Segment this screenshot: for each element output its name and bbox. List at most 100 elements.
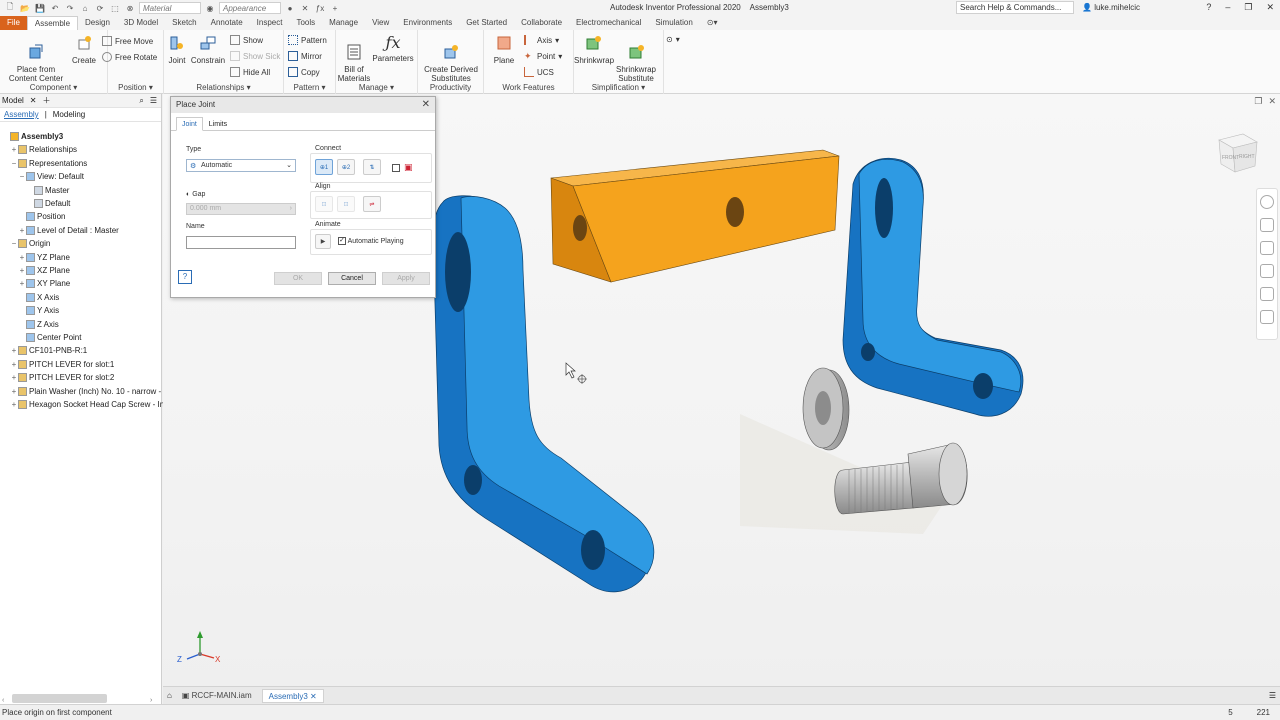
- tree-expand-icon[interactable]: +: [18, 279, 26, 288]
- tree-expand-icon[interactable]: +: [10, 360, 18, 369]
- browser-tree-item[interactable]: Master: [0, 184, 69, 197]
- browser-tab-assembly[interactable]: Assembly: [4, 110, 39, 119]
- tab-design[interactable]: Design: [78, 16, 117, 30]
- ribbon-options-icon[interactable]: ⊙▾: [700, 16, 725, 30]
- viewcube[interactable]: FRONT RIGHT: [1213, 130, 1261, 176]
- doc-tab-close-icon[interactable]: ✕: [310, 692, 317, 701]
- joint-button[interactable]: Joint: [166, 34, 188, 65]
- browser-tree-item[interactable]: Assembly3: [0, 130, 63, 143]
- browser-tree-item[interactable]: + Level of Detail : Master: [0, 224, 119, 237]
- tab-file[interactable]: File: [0, 16, 27, 30]
- tree-expand-icon[interactable]: +: [10, 400, 18, 409]
- orbit-icon[interactable]: [1260, 264, 1274, 278]
- help-icon[interactable]: ?: [1206, 2, 1211, 13]
- copy-button[interactable]: Copy: [288, 67, 320, 77]
- constrain-button[interactable]: Constrain: [190, 34, 226, 65]
- tree-expand-icon[interactable]: +: [10, 346, 18, 355]
- material-combo[interactable]: Material: [139, 2, 201, 14]
- tab-joint[interactable]: Joint: [176, 117, 203, 131]
- ucs-button[interactable]: UCS: [524, 67, 554, 77]
- browser-search-icon[interactable]: ⌕: [139, 96, 143, 106]
- tab-get-started[interactable]: Get Started: [459, 16, 514, 30]
- tree-expand-icon[interactable]: +: [10, 145, 18, 154]
- select-origin-1-button[interactable]: ⊕1: [315, 159, 333, 175]
- customize-icon[interactable]: +: [329, 3, 341, 14]
- view-face-icon[interactable]: [1260, 310, 1274, 324]
- tab-inspect[interactable]: Inspect: [250, 16, 290, 30]
- undo-icon[interactable]: ↶: [49, 3, 61, 14]
- scroll-left-icon[interactable]: ‹: [2, 697, 4, 704]
- browser-tree-item[interactable]: + XY Plane: [0, 277, 70, 290]
- browser-tree-item[interactable]: + Plain Washer (Inch) No. 10 - narrow - T…: [0, 385, 181, 398]
- doc-tab-assembly3[interactable]: Assembly3 ✕: [261, 688, 324, 703]
- free-move-button[interactable]: Free Move: [102, 36, 153, 46]
- orange-block-part[interactable]: [550, 149, 840, 283]
- look-at-icon[interactable]: [1260, 287, 1274, 301]
- color-icon[interactable]: ●: [284, 3, 296, 14]
- browser-tree-item[interactable]: − View: Default: [0, 170, 84, 183]
- browser-tree-item[interactable]: + YZ Plane: [0, 251, 70, 264]
- browser-horizontal-scrollbar[interactable]: [12, 694, 107, 703]
- washer-part[interactable]: [802, 367, 850, 451]
- tab-assemble[interactable]: Assemble: [26, 16, 79, 30]
- browser-menu-icon[interactable]: ☰: [150, 96, 157, 105]
- mirror-button[interactable]: Mirror: [288, 51, 322, 61]
- tab-3d-model[interactable]: 3D Model: [117, 16, 165, 30]
- ribbon-extra-button[interactable]: ⊙ ▾: [666, 35, 680, 44]
- parameters-button[interactable]: ƒx Parameters: [372, 34, 414, 64]
- home-icon[interactable]: ⌂: [79, 3, 91, 14]
- tab-electromechanical[interactable]: Electromechanical: [569, 16, 648, 30]
- minimize-icon[interactable]: –: [1225, 2, 1230, 13]
- home-tab-icon[interactable]: ⌂: [167, 691, 172, 700]
- restore-icon[interactable]: ❐: [1244, 2, 1252, 13]
- tree-expand-icon[interactable]: −: [10, 159, 18, 168]
- fx-icon[interactable]: ƒx: [314, 3, 326, 14]
- create-component-button[interactable]: Create: [70, 34, 98, 65]
- invert-alignment-button[interactable]: ⇌: [363, 196, 381, 212]
- clear-icon[interactable]: ✕: [299, 3, 311, 14]
- browser-tree-item[interactable]: Default: [0, 197, 70, 210]
- flip-component-button[interactable]: ⇅: [363, 159, 381, 175]
- browser-tree-item[interactable]: + CF101-PNB-R:1: [0, 344, 87, 357]
- show-sick-button[interactable]: Show Sick: [230, 51, 280, 61]
- save-icon[interactable]: 💾: [34, 3, 46, 14]
- point-button[interactable]: ✦ Point ▾: [524, 51, 562, 61]
- tab-tools[interactable]: Tools: [289, 16, 322, 30]
- search-input[interactable]: Search Help & Commands...: [956, 1, 1074, 14]
- align-1-button[interactable]: ⊡: [315, 196, 333, 212]
- steering-wheel-icon[interactable]: [1260, 195, 1274, 209]
- hide-all-button[interactable]: Hide All: [230, 67, 270, 77]
- tree-expand-icon[interactable]: −: [18, 172, 26, 181]
- select-origin-2-button[interactable]: ⊕2: [337, 159, 355, 175]
- tab-annotate[interactable]: Annotate: [204, 16, 250, 30]
- play-button[interactable]: ▶: [315, 234, 331, 249]
- create-derived-substitutes-button[interactable]: Create Derived Substitutes: [420, 34, 482, 83]
- grounded-checkbox[interactable]: [392, 163, 400, 172]
- tree-expand-icon[interactable]: −: [10, 239, 18, 248]
- pan-icon[interactable]: [1260, 218, 1274, 232]
- doc-tabs-menu-icon[interactable]: ☰: [1269, 691, 1276, 700]
- browser-tree-item[interactable]: Center Point: [0, 331, 81, 344]
- tree-expand-icon[interactable]: +: [10, 373, 18, 382]
- browser-tree-item[interactable]: − Representations: [0, 157, 87, 170]
- browser-tree-item[interactable]: Position: [0, 210, 65, 223]
- tree-expand-icon[interactable]: +: [10, 387, 18, 396]
- zoom-icon[interactable]: [1260, 241, 1274, 255]
- browser-tree-item[interactable]: Y Axis: [0, 304, 59, 317]
- ok-button[interactable]: OK: [274, 272, 322, 285]
- shrinkwrap-button[interactable]: Shrinkwrap: [574, 34, 614, 65]
- shrinkwrap-substitute-button[interactable]: Shrinkwrap Substitute: [614, 34, 658, 83]
- browser-tree-item[interactable]: + PITCH LEVER for slot:1: [0, 358, 114, 371]
- joint-type-select[interactable]: ⚙ Automatic ⌄: [186, 159, 296, 172]
- redo-icon[interactable]: ↷: [64, 3, 76, 14]
- cap-screw-part[interactable]: [834, 442, 968, 515]
- tree-expand-icon[interactable]: +: [18, 266, 26, 275]
- doc-tab-rccf-main[interactable]: ▣ RCCF-MAIN.iam: [176, 689, 258, 703]
- scroll-right-icon[interactable]: ›: [150, 697, 152, 704]
- tab-sketch[interactable]: Sketch: [165, 16, 203, 30]
- free-rotate-button[interactable]: Free Rotate: [102, 52, 157, 62]
- browser-tree-item[interactable]: + Relationships: [0, 143, 77, 156]
- tab-view[interactable]: View: [365, 16, 396, 30]
- browser-close-icon[interactable]: ✕: [30, 96, 37, 105]
- dialog-close-icon[interactable]: ✕: [422, 97, 430, 113]
